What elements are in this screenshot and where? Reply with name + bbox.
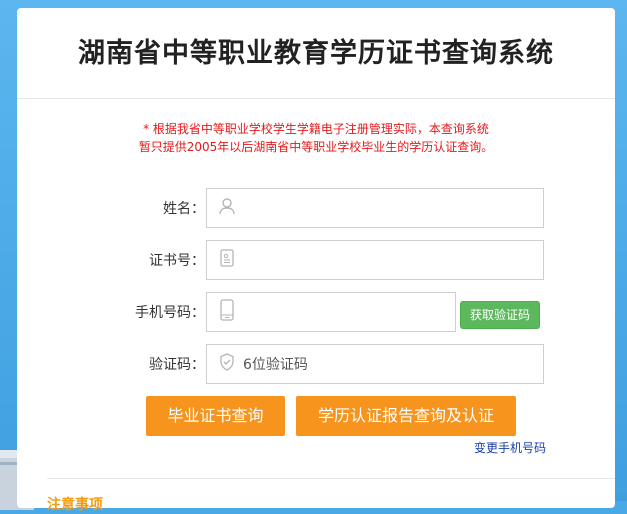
page-title: 湖南省中等职业教育学历证书查询系统 bbox=[78, 38, 554, 69]
name-label: 姓名： bbox=[163, 201, 205, 217]
notice-text: * 根据我省中等职业学校学生学籍电子注册管理实际，本查询系统 暂只提供2005年… bbox=[17, 120, 615, 156]
user-icon bbox=[217, 196, 237, 220]
cert-field[interactable] bbox=[206, 240, 544, 281]
phone-label: 手机号码： bbox=[135, 305, 205, 321]
name-field[interactable] bbox=[206, 188, 544, 229]
query-card: 湖南省中等职业教育学历证书查询系统 * 根据我省中等职业学校学生学籍电子注册管理… bbox=[17, 8, 615, 513]
id-card-icon bbox=[217, 248, 237, 272]
cert-label: 证书号： bbox=[149, 253, 205, 269]
code-input[interactable] bbox=[241, 345, 535, 385]
name-input[interactable] bbox=[241, 189, 535, 229]
phone-field[interactable] bbox=[206, 292, 456, 333]
notice-line-1: * 根据我省中等职业学校学生学籍电子注册管理实际，本查询系统 bbox=[143, 122, 489, 136]
footer-divider bbox=[47, 478, 615, 479]
cert-input[interactable] bbox=[241, 241, 535, 281]
notes-heading: 注意事项 bbox=[47, 497, 103, 513]
phone-input[interactable] bbox=[241, 293, 450, 333]
code-label: 验证码： bbox=[149, 357, 205, 373]
get-code-button[interactable]: 获取验证码 bbox=[460, 301, 540, 329]
cert-query-button[interactable]: 毕业证书查询 bbox=[146, 396, 285, 436]
report-query-button[interactable]: 学历认证报告查询及认证 bbox=[296, 396, 516, 436]
code-field[interactable] bbox=[206, 344, 544, 385]
header-divider bbox=[17, 98, 615, 99]
phone-icon bbox=[217, 299, 237, 325]
notice-line-2: 暂只提供2005年以后湖南省中等职业学校毕业生的学历认证查询。 bbox=[138, 140, 494, 154]
shield-icon bbox=[217, 352, 237, 376]
change-phone-link[interactable]: 变更手机号码 bbox=[474, 439, 546, 456]
